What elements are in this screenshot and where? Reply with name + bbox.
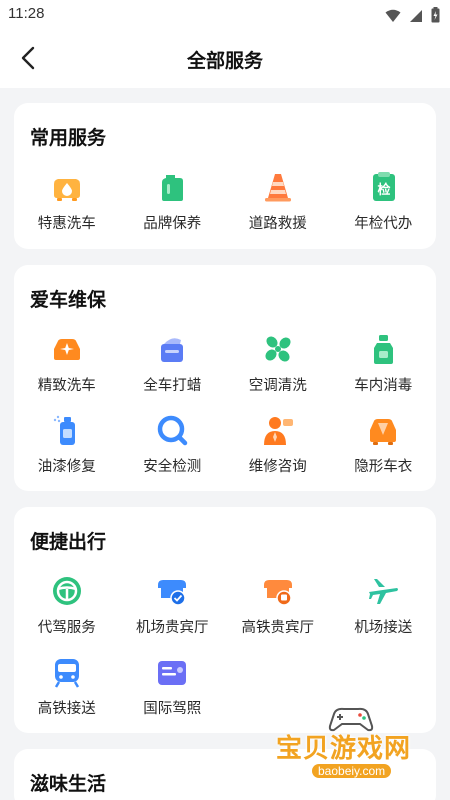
section-title: 爱车维保 <box>30 289 107 311</box>
service-label: 高铁接送 <box>37 701 96 717</box>
watermark-url: baobeiy.com <box>312 764 392 778</box>
service-item-brand-maintenance[interactable]: 品牌保养 <box>120 161 226 242</box>
status-time: 11:28 <box>8 5 45 22</box>
magnifier-icon <box>154 412 190 448</box>
consultant-icon <box>260 412 296 448</box>
service-label: 精致洗车 <box>37 378 96 394</box>
svg-text:检: 检 <box>378 182 391 198</box>
inspection-icon: 检 <box>365 169 401 205</box>
section-common-services: 常用服务 特惠洗车 品牌保养 道路救援 检 年检代办 <box>14 103 436 249</box>
service-label: 安全检测 <box>143 459 202 475</box>
service-item-paint-repair[interactable]: 油漆修复 <box>14 404 120 485</box>
service-label: 机场接送 <box>354 620 413 636</box>
service-label: 国际驾照 <box>143 701 202 717</box>
spray-bottle-icon <box>365 331 401 367</box>
service-item-airport-vip-lounge[interactable]: 机场贵宾厅 <box>120 565 226 646</box>
service-item-full-wax[interactable]: 全车打蜡 <box>120 323 226 404</box>
service-label: 机场贵宾厅 <box>136 620 209 636</box>
oil-can-icon <box>154 169 190 205</box>
train-icon <box>49 654 85 690</box>
section-convenient-travel: 便捷出行 代驾服务 机场贵宾厅 高铁贵宾厅 机场接送 高铁接送 国际驾照 <box>14 507 436 733</box>
wax-icon <box>154 331 190 367</box>
steering-wheel-icon <box>49 573 85 609</box>
service-item-fine-wash[interactable]: 精致洗车 <box>14 323 120 404</box>
service-label: 全车打蜡 <box>143 378 202 394</box>
service-item-road-rescue[interactable]: 道路救援 <box>225 161 331 242</box>
license-card-icon <box>154 654 190 690</box>
service-item-annual-inspection[interactable]: 检 年检代办 <box>331 161 437 242</box>
service-label: 品牌保养 <box>143 216 202 232</box>
service-label: 维修咨询 <box>248 459 307 475</box>
signal-icon <box>409 8 423 27</box>
car-cover-icon <box>365 412 401 448</box>
service-item-safety-check[interactable]: 安全检测 <box>120 404 226 485</box>
service-item-designated-driver[interactable]: 代驾服务 <box>14 565 120 646</box>
vip-lounge-icon <box>154 573 190 609</box>
watermark-title: 宝贝游戏网 <box>276 734 412 764</box>
service-label: 代驾服务 <box>37 620 96 636</box>
service-item-repair-consult[interactable]: 维修咨询 <box>225 404 331 485</box>
service-item-rail-vip-lounge[interactable]: 高铁贵宾厅 <box>225 565 331 646</box>
service-item-invisible-car-cover[interactable]: 隐形车衣 <box>331 404 437 485</box>
section-title: 滋味生活 <box>30 773 107 795</box>
car-sparkle-icon <box>49 331 85 367</box>
status-icons <box>385 7 440 27</box>
service-label: 油漆修复 <box>37 459 96 475</box>
status-bar: 11:28 <box>0 0 450 32</box>
service-label: 道路救援 <box>248 216 307 232</box>
page-title: 全部服务 <box>186 50 263 72</box>
service-item-intl-license[interactable]: 国际驾照 <box>120 646 226 727</box>
section-car-care: 爱车维保 精致洗车 全车打蜡 空调清洗 车内消毒 油漆修复 安全检测 维修咨询 … <box>14 265 436 491</box>
app-header: 全部服务 <box>0 32 450 88</box>
service-label: 高铁贵宾厅 <box>241 620 315 636</box>
service-label: 年检代办 <box>354 216 413 232</box>
fan-icon <box>260 331 296 367</box>
service-label: 车内消毒 <box>354 378 413 394</box>
car-wash-icon <box>49 169 85 205</box>
rail-lounge-icon <box>260 573 296 609</box>
section-title: 常用服务 <box>30 127 107 149</box>
wifi-icon <box>385 8 401 27</box>
service-item-rail-transfer[interactable]: 高铁接送 <box>14 646 120 727</box>
service-label: 隐形车衣 <box>354 459 413 475</box>
watermark: 宝贝游戏网 baobeiy.com <box>272 704 432 800</box>
service-item-airport-transfer[interactable]: 机场接送 <box>331 565 437 646</box>
service-item-car-wash-deal[interactable]: 特惠洗车 <box>14 161 120 242</box>
service-label: 特惠洗车 <box>37 216 96 232</box>
airplane-icon <box>365 573 401 609</box>
service-label: 空调清洗 <box>248 378 307 394</box>
battery-icon <box>431 7 440 27</box>
service-item-ac-clean[interactable]: 空调清洗 <box>225 323 331 404</box>
service-item-interior-disinfect[interactable]: 车内消毒 <box>331 323 437 404</box>
paint-spray-icon <box>49 412 85 448</box>
traffic-cone-icon <box>260 169 296 205</box>
section-title: 便捷出行 <box>30 531 107 553</box>
